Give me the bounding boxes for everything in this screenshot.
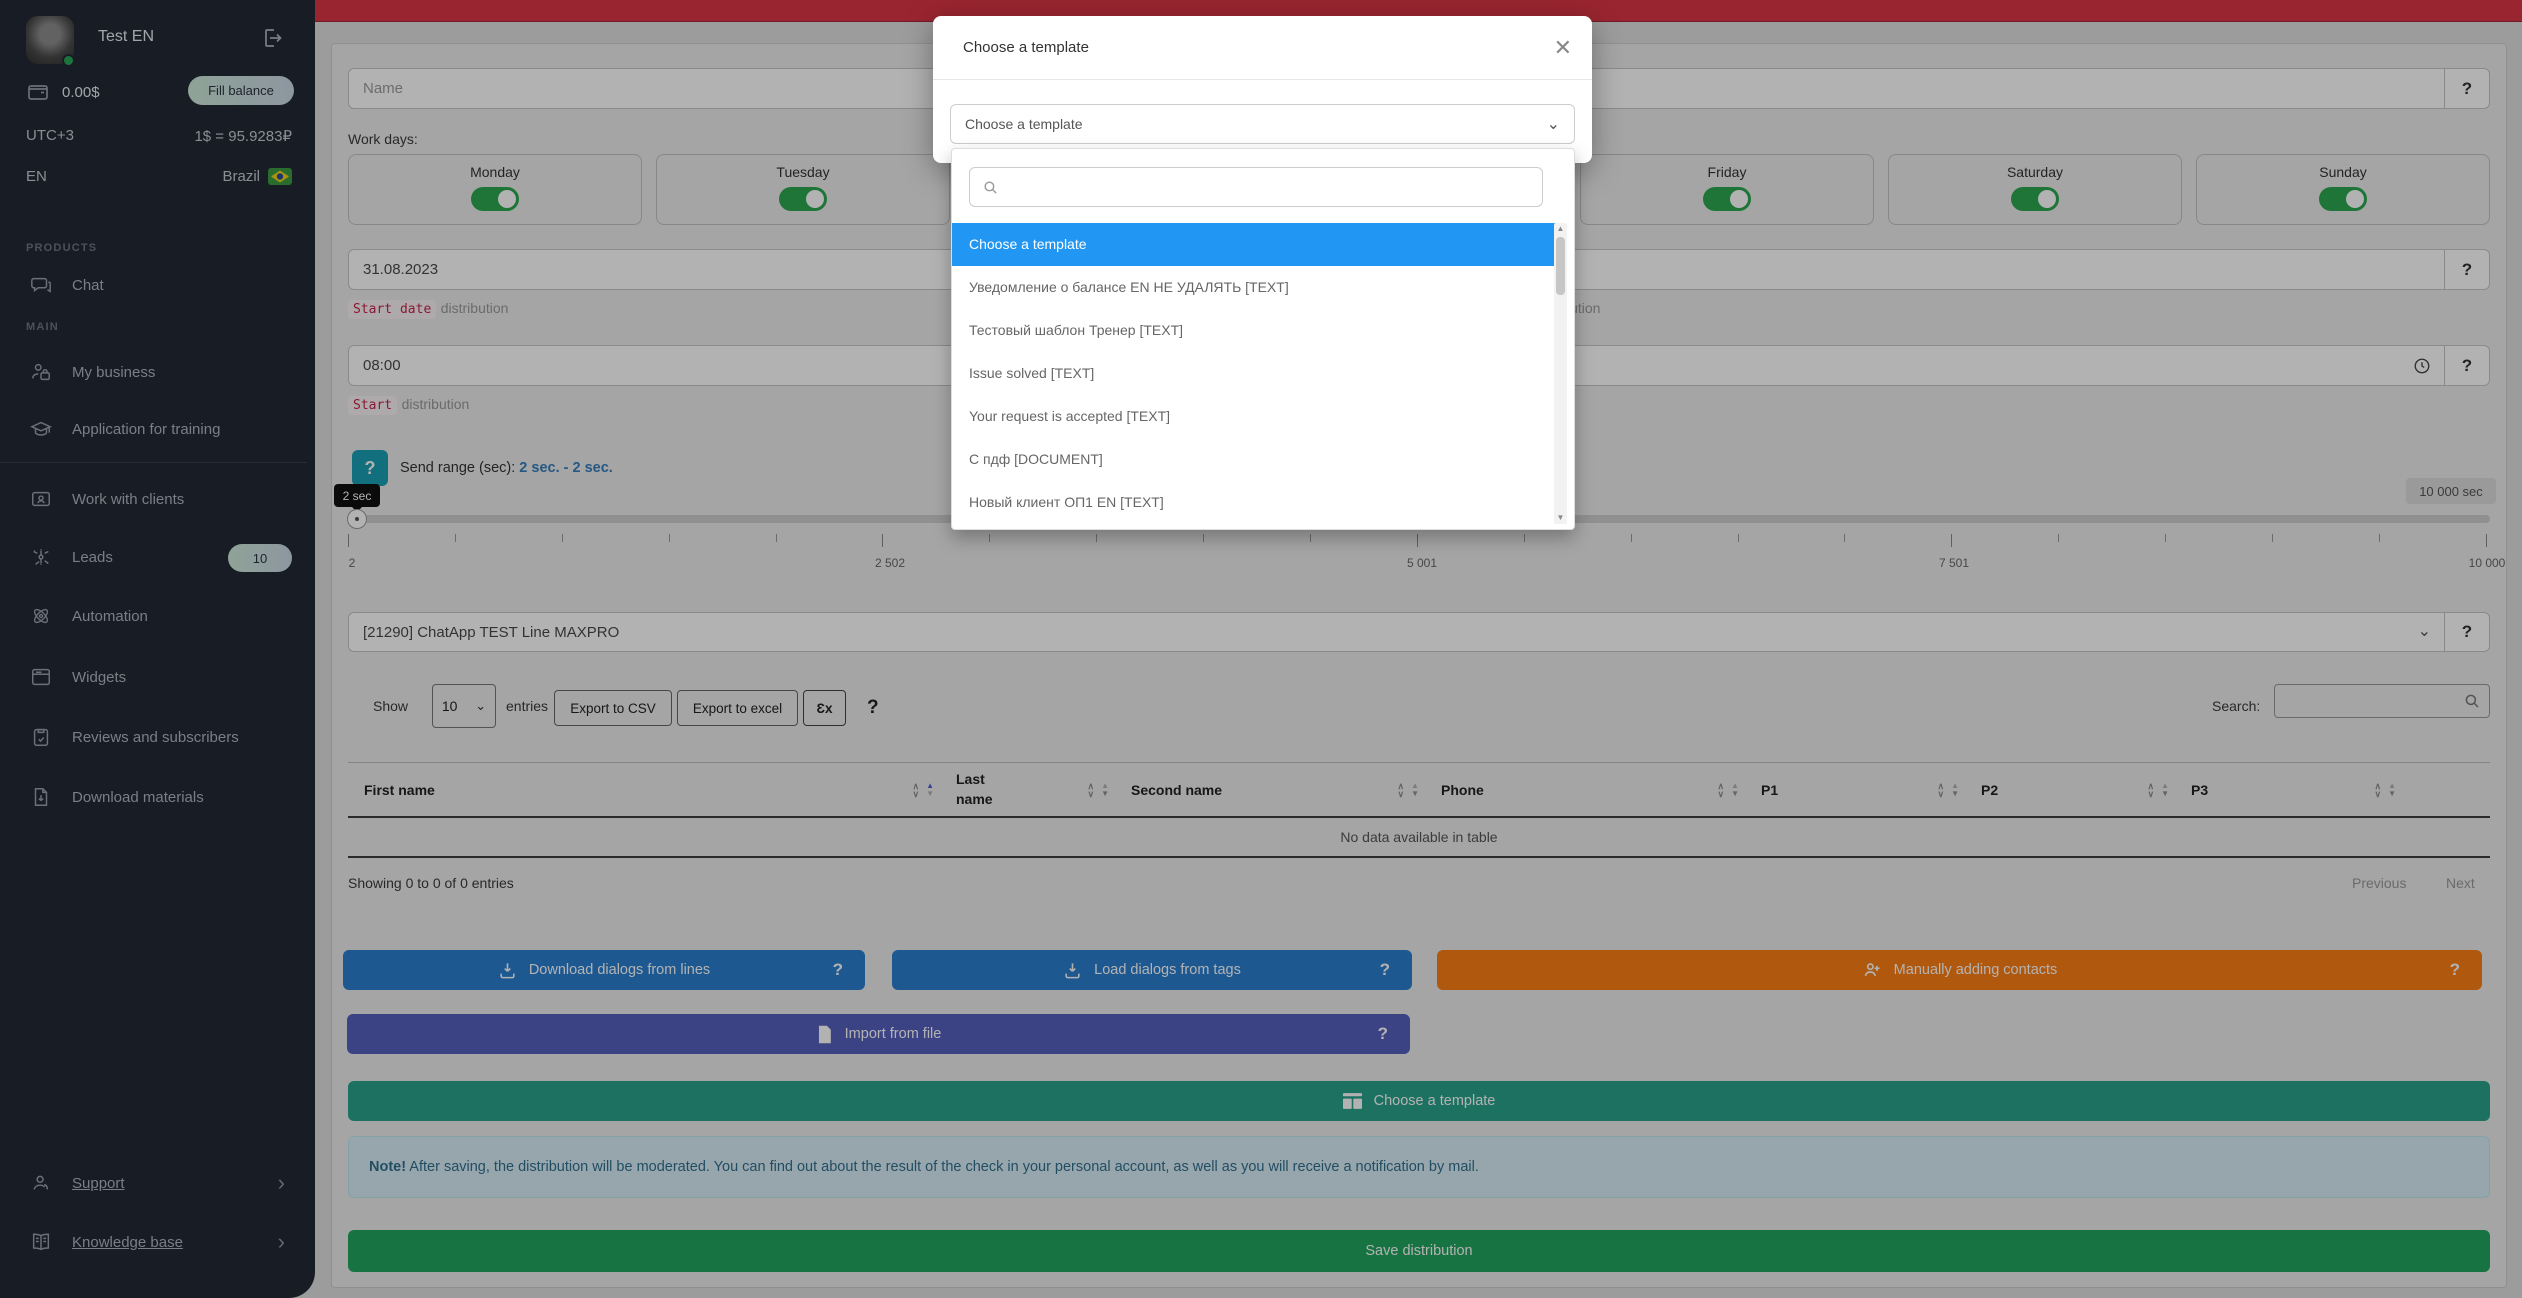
template-option-selected[interactable]: Choose a template [952, 223, 1560, 266]
template-option[interactable]: Тестовый шаблон Тренер [TEXT] [952, 309, 1560, 352]
template-option[interactable]: Your request is accepted [TEXT] [952, 395, 1560, 438]
scroll-up-icon[interactable]: ▲ [1554, 224, 1567, 234]
template-dropdown-panel: Choose a template Уведомление о балансе … [951, 148, 1575, 530]
chevron-down-icon: ⌄ [1547, 114, 1560, 134]
template-option[interactable]: Уведомление о балансе EN НЕ УДАЛЯТЬ [TEX… [952, 266, 1560, 309]
scrollbar-thumb[interactable] [1556, 237, 1565, 295]
scroll-down-icon[interactable]: ▼ [1554, 513, 1567, 523]
dropdown-scrollbar[interactable]: ▲ ▼ [1554, 223, 1567, 524]
modal-title: Choose a template [963, 39, 1089, 56]
template-search-input[interactable] [969, 167, 1543, 207]
template-option[interactable]: Новый клиент ОП1 EN [TEXT] [952, 481, 1560, 524]
search-icon [982, 179, 999, 196]
template-options-list: Choose a template Уведомление о балансе … [952, 223, 1560, 524]
close-icon[interactable]: ✕ [1554, 35, 1572, 61]
app-root: Test EN 0.00$ Fill balance UTC+3 1$ = 95… [0, 0, 2522, 1298]
choose-template-modal: Choose a template ✕ Choose a template ⌄ [933, 16, 1592, 163]
template-option[interactable]: С пдф [DOCUMENT] [952, 438, 1560, 481]
template-option[interactable]: Issue solved [TEXT] [952, 352, 1560, 395]
template-select-value: Choose a template [965, 116, 1083, 132]
template-select[interactable]: Choose a template ⌄ [950, 104, 1575, 144]
